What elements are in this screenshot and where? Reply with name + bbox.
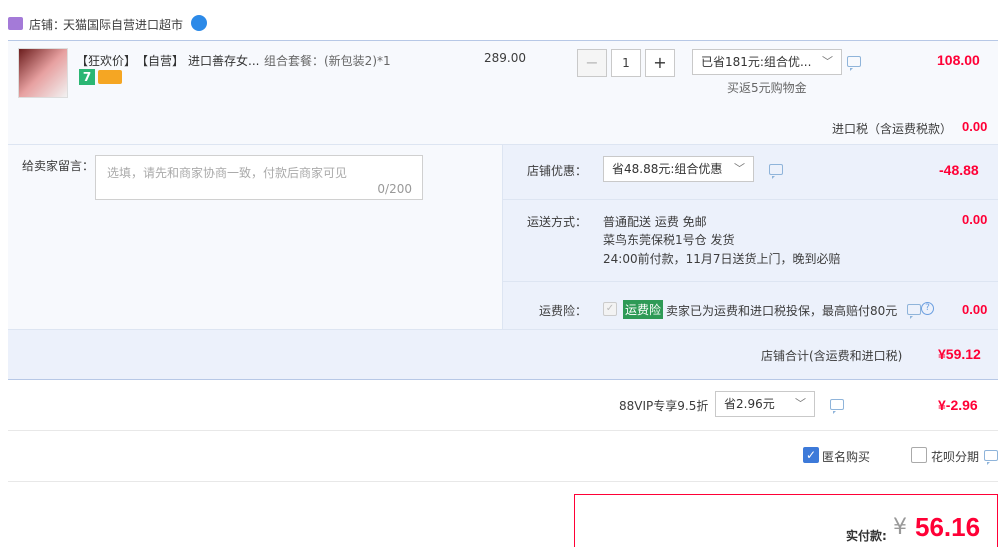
shop-discount-value: -48.88 [939,162,979,178]
help-question-icon[interactable]: ? [921,302,934,315]
card-payment-icon [98,70,122,84]
quantity-minus-button[interactable]: − [577,49,607,77]
divider [8,481,998,482]
pay-amount: 56.16 [915,512,981,542]
shop-discount-select[interactable]: 省48.88元:组合优惠 ﹀ [603,156,754,182]
shop-name[interactable]: 天猫国际自营进口超市 [63,16,183,33]
item-tag-self: 【自营】 [136,54,185,68]
pay-label: 实付款: [846,529,887,543]
vip-help-icon[interactable] [830,399,844,414]
insurance-chat-icon[interactable] [907,304,921,319]
quantity-stepper[interactable]: − 1 + [577,49,675,77]
divider [8,430,998,431]
insurance-value: 0.00 [962,302,988,317]
anonymous-label[interactable]: 匿名购买 [822,448,870,465]
shipping-label: 运送方式： [527,215,588,229]
divider [502,281,998,282]
item-combo: 组合套餐：(新包装2)*1 [264,54,391,68]
huabei-checkbox[interactable] [911,447,927,463]
seven-day-return-icon: 7 [79,69,95,85]
import-tax-label: 进口税（含运费税款） [832,122,953,136]
quantity-input[interactable]: 1 [611,49,641,77]
item-promo-select[interactable]: 已省181元:组合优... ﹀ [692,49,842,75]
vip-select-text: 省2.96元 [724,397,775,411]
import-tax-value: 0.00 [962,119,988,134]
chevron-down-icon: ﹀ [822,55,833,68]
message-textarea[interactable]: 选填，请先和商家协商一致，付款后商家可见 0/200 [95,155,423,200]
product-thumbnail[interactable] [18,48,68,98]
wangwang-chat-icon[interactable] [191,15,207,31]
shipping-line2: 菜鸟东莞保税1号仓 发货 [603,233,735,247]
insurance-badge: 运费险 [623,300,664,319]
quantity-plus-button[interactable]: + [645,49,675,77]
insurance-label: 运费险： [539,304,588,318]
insurance-checkbox: ✓ [603,302,617,316]
shop-discount-select-text: 省48.88元:组合优惠 [612,162,723,176]
vip-value: ¥-2.96 [938,397,978,413]
vip-label: 88VIP专享9.5折 [619,399,709,413]
message-label: 给卖家留言： [22,159,95,173]
discount-help-icon[interactable] [769,164,783,179]
shipping-line1: 普通配送 运费 免邮 [603,215,707,229]
insurance-text: 卖家已为运费和进口税投保，最高赔付80元 [666,304,898,318]
divider [502,199,998,200]
item-subtotal: 108.00 [937,52,980,68]
unit-price: 289.00 [484,51,526,65]
shop-total-label: 店铺合计(含运费和进口税) [761,349,903,363]
shipping-value: 0.00 [962,212,988,227]
item-promo-select-text: 已省181元:组合优... [701,55,812,69]
chevron-down-icon: ﹀ [795,397,806,410]
anonymous-checkbox[interactable]: ✓ [803,447,819,463]
shop-total-value: ¥59.12 [938,346,981,362]
shop-label: 店铺： [29,18,66,32]
rebate-text: 买返5元购物金 [727,81,807,95]
shipping-line3: 24:00前付款，11月7日送货上门，晚到必赔 [603,252,841,266]
message-placeholder: 选填，请先和商家协商一致，付款后商家可见 [107,166,348,180]
huabei-label[interactable]: 花呗分期 [931,448,979,465]
shop-icon [8,17,23,30]
pay-currency: ¥ [893,515,907,540]
huabei-help-icon[interactable] [984,450,998,465]
chevron-down-icon: ﹀ [734,162,745,175]
vip-select[interactable]: 省2.96元 ﹀ [715,391,815,417]
item-title[interactable]: 进口善存女... [188,52,259,69]
message-counter: 0/200 [377,182,412,196]
promo-help-icon[interactable] [847,56,861,71]
item-tag-sale: 【狂欢价】 [76,54,137,68]
shop-discount-label: 店铺优惠： [527,164,588,178]
